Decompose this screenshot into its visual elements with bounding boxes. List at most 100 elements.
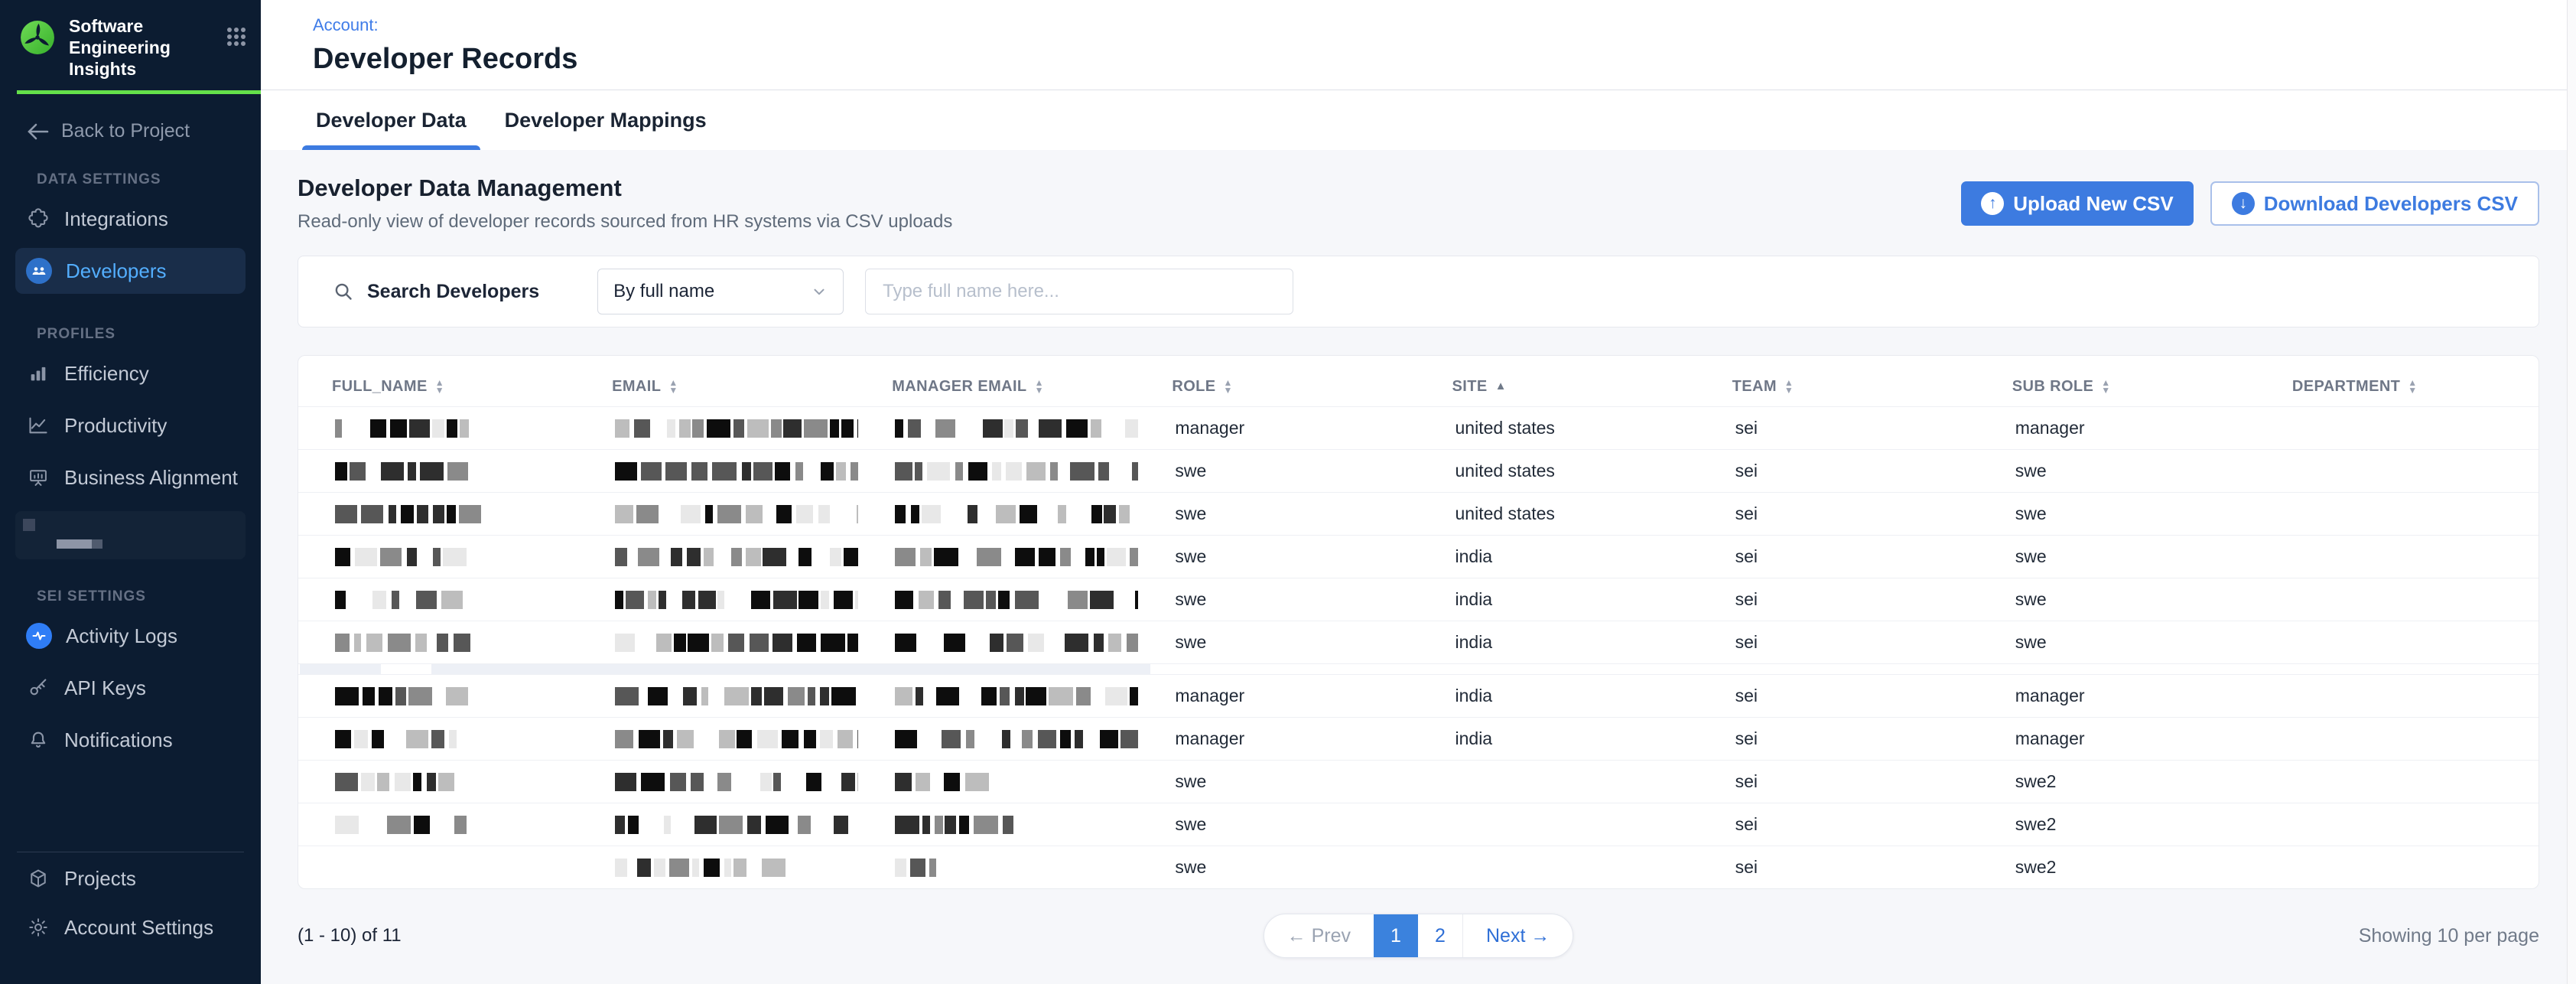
column-header-email[interactable]: EMAIL▲▼ (578, 378, 858, 396)
sidebar-item-redacted (15, 511, 246, 559)
redacted-text (615, 548, 858, 566)
redacted-text (335, 773, 578, 791)
presentation-board-icon (26, 465, 50, 490)
redacted-text (895, 505, 1138, 523)
search-filter-value: By full name (613, 281, 714, 302)
cell-email (578, 419, 858, 438)
sidebar-item-efficiency[interactable]: Efficiency (15, 350, 246, 396)
table-row: sweindiaseiswe (298, 578, 2539, 621)
cell-site: united states (1419, 503, 1699, 524)
cell-manager_email (858, 687, 1138, 705)
cell-team: sei (1699, 857, 1979, 878)
page-scrollbar[interactable] (2567, 0, 2576, 984)
page-title: Developer Records (313, 43, 2576, 90)
search-filter-select[interactable]: By full name (597, 269, 844, 314)
sort-icon: ▲▼ (2101, 379, 2110, 394)
column-header-manager_email[interactable]: MANAGER EMAIL▲▼ (858, 378, 1138, 396)
redacted-text (895, 816, 1138, 834)
sidebar-item-label: Productivity (64, 414, 167, 438)
sidebar-item-activity-logs[interactable]: Activity Logs (15, 613, 246, 659)
upload-icon: ↑ (1981, 192, 2004, 215)
column-label: DEPARTMENT (2292, 378, 2400, 396)
pagination-range: (1 - 10) of 11 (298, 925, 619, 947)
sei-logo-icon (20, 20, 55, 55)
cell-sub_role: swe2 (1979, 771, 2259, 792)
key-icon (26, 676, 50, 700)
sidebar-item-account-settings[interactable]: Account Settings (15, 904, 246, 950)
column-header-role[interactable]: ROLE▲▼ (1138, 378, 1418, 396)
pagination-prev-button[interactable]: ← Prev (1264, 914, 1374, 957)
cell-team: sei (1699, 546, 1979, 567)
sort-icon: ▲▼ (435, 379, 444, 394)
cell-manager_email (858, 730, 1138, 748)
cell-full_name (298, 419, 578, 438)
sidebar-item-projects[interactable]: Projects (15, 855, 246, 901)
table-body: managerunited statesseimanagersweunited … (298, 406, 2539, 888)
cell-role: swe (1138, 461, 1418, 481)
table-row: sweindiaseiswe (298, 621, 2539, 663)
column-header-sub_role[interactable]: SUB ROLE▲▼ (1979, 378, 2259, 396)
sidebar-footer: Projects Account Settings (0, 832, 261, 984)
redacted-text (335, 419, 578, 438)
bar-chart-icon (26, 361, 50, 386)
download-csv-label: Download Developers CSV (2264, 192, 2518, 216)
cell-site: united states (1419, 418, 1699, 438)
app-grid-icon[interactable] (226, 26, 247, 47)
breadcrumb-account[interactable]: Account: (313, 15, 2576, 35)
cell-sub_role: swe (1979, 503, 2259, 524)
redacted-text (615, 591, 858, 609)
cell-sub_role: swe (1979, 461, 2259, 481)
tab-developer-data[interactable]: Developer Data (302, 90, 480, 150)
sidebar-item-productivity[interactable]: Productivity (15, 402, 246, 448)
redacted-text (335, 591, 578, 609)
cell-full_name (298, 730, 578, 748)
upload-csv-label: Upload New CSV (2013, 192, 2173, 216)
cell-manager_email (858, 505, 1138, 523)
pagination-next-button[interactable]: Next → (1462, 914, 1573, 957)
sidebar-item-label: Business Alignment (64, 466, 238, 490)
redacted-text (335, 505, 578, 523)
sidebar-item-label: Integrations (64, 207, 168, 231)
redacted-text (895, 462, 1138, 481)
app-root: Software Engineering Insights Back to Pr… (0, 0, 2576, 984)
sidebar-item-business-alignment[interactable]: Business Alignment (15, 455, 246, 500)
back-to-project-label: Back to Project (61, 120, 190, 142)
sidebar-item-label: Efficiency (64, 362, 149, 386)
pagination-page-2[interactable]: 2 (1418, 914, 1462, 957)
sidebar-item-notifications[interactable]: Notifications (15, 717, 246, 763)
sidebar-item-integrations[interactable]: Integrations (15, 196, 246, 242)
cell-email (578, 548, 858, 566)
download-icon: ↓ (2232, 192, 2255, 215)
sidebar-item-api-keys[interactable]: API Keys (15, 665, 246, 711)
search-label: Search Developers (367, 281, 539, 303)
table-row: sweindiaseiswe (298, 535, 2539, 578)
search-input[interactable] (865, 269, 1293, 314)
cell-role: manager (1138, 418, 1418, 438)
sidebar-item-label: Notifications (64, 728, 173, 752)
column-label: EMAIL (612, 378, 661, 396)
sidebar-item-developers[interactable]: Developers (15, 248, 246, 294)
table-row: sweunited statesseiswe (298, 449, 2539, 492)
pagination-page-1[interactable]: 1 (1374, 914, 1418, 957)
cell-team: sei (1699, 503, 1979, 524)
download-csv-button[interactable]: ↓ Download Developers CSV (2210, 181, 2539, 226)
redacted-text (335, 462, 578, 481)
cell-full_name (298, 505, 578, 523)
column-header-team[interactable]: TEAM▲▼ (1699, 378, 1979, 396)
upload-csv-button[interactable]: ↑ Upload New CSV (1961, 181, 2193, 226)
cell-manager_email (858, 419, 1138, 438)
section-sei-settings: SEI SETTINGS (0, 559, 261, 610)
cell-role: swe (1138, 546, 1418, 567)
redacted-text (615, 634, 858, 652)
table-row: sweseiswe2 (298, 760, 2539, 803)
column-header-site[interactable]: SITE▲ (1419, 378, 1699, 396)
chevron-down-icon (811, 283, 828, 300)
line-chart-icon (26, 413, 50, 438)
activity-pulse-icon (26, 623, 52, 649)
tab-developer-mappings[interactable]: Developer Mappings (491, 90, 720, 150)
section-title: Developer Data Management (298, 174, 952, 202)
redacted-label (57, 539, 102, 549)
column-header-department[interactable]: DEPARTMENT▲▼ (2259, 378, 2539, 396)
back-to-project-link[interactable]: Back to Project (0, 94, 261, 142)
column-header-full_name[interactable]: FULL_NAME▲▼ (298, 378, 578, 396)
